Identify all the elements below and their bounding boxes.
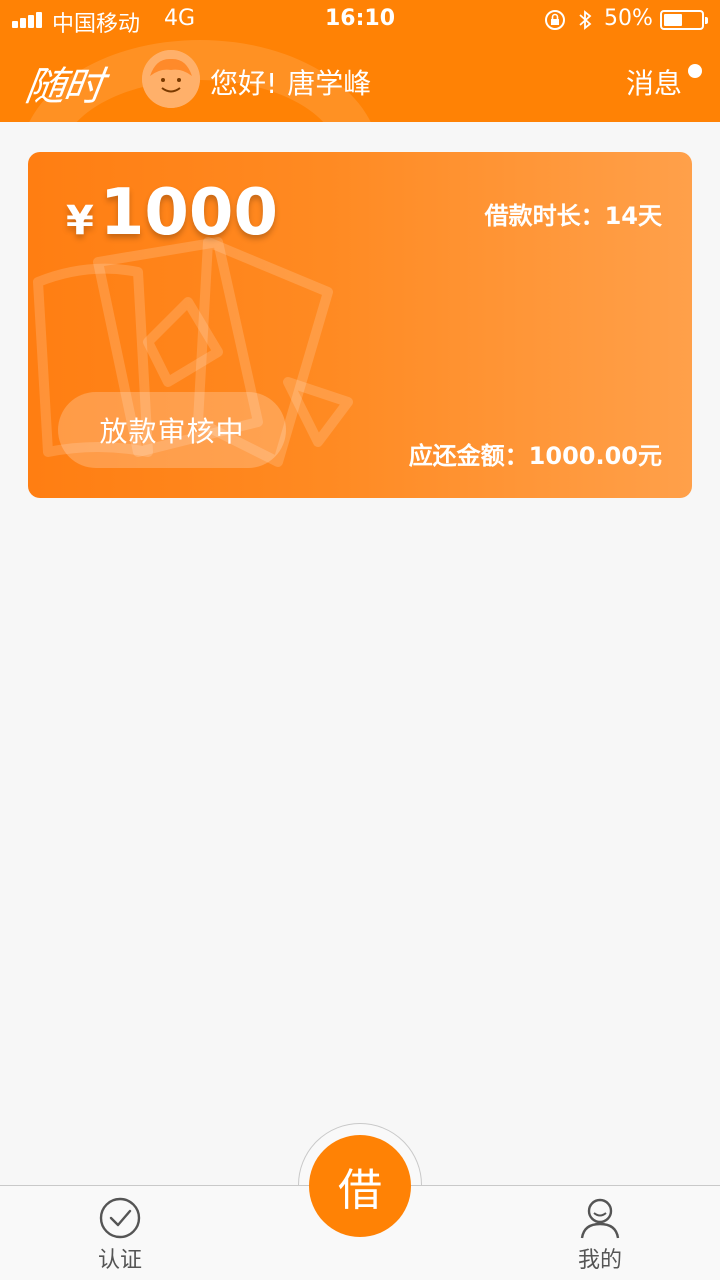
header: 中国移动 4G 16:10 50% 随时 您好! 唐学峰 消息 bbox=[0, 0, 720, 122]
currency-symbol: ¥ bbox=[66, 198, 94, 244]
user-icon bbox=[580, 1198, 620, 1239]
avatar[interactable] bbox=[142, 50, 200, 108]
bluetooth-icon bbox=[579, 10, 592, 30]
check-circle-icon bbox=[99, 1197, 141, 1239]
nav-bar: 随时 您好! 唐学峰 消息 bbox=[0, 40, 720, 122]
tab-certify[interactable]: 认证 bbox=[70, 1196, 170, 1274]
battery-level bbox=[664, 14, 682, 26]
amount-value: 1000 bbox=[99, 176, 278, 250]
status-badge: 放款审核中 bbox=[58, 392, 286, 468]
loan-term: 借款时长：14天 bbox=[484, 202, 662, 230]
amount-due: 应还金额：1000.00元 bbox=[408, 442, 662, 470]
battery-icon bbox=[660, 10, 708, 30]
status-bar: 中国移动 4G 16:10 50% bbox=[0, 0, 720, 40]
messages-button[interactable]: 消息 bbox=[626, 62, 682, 102]
greeting-text: 您好! bbox=[210, 67, 278, 100]
borrow-button[interactable]: 借 bbox=[309, 1135, 411, 1237]
unread-dot bbox=[688, 64, 702, 78]
user-name: 唐学峰 bbox=[287, 67, 372, 100]
app-screen: 中国移动 4G 16:10 50% 随时 您好! 唐学峰 消息 ¥ 1000 借… bbox=[0, 0, 720, 1280]
tab-mine[interactable]: 我的 bbox=[550, 1196, 650, 1274]
greeting: 您好! 唐学峰 bbox=[210, 62, 371, 102]
loan-amount: ¥ 1000 bbox=[66, 176, 278, 250]
battery-percent: 50% bbox=[604, 6, 653, 31]
tab-mine-label: 我的 bbox=[577, 1248, 622, 1273]
loan-card[interactable]: ¥ 1000 借款时长：14天 放款审核中 应还金额：1000.00元 bbox=[28, 152, 692, 498]
rotation-lock-icon bbox=[545, 10, 565, 30]
app-logo: 随时 bbox=[22, 64, 105, 110]
tab-certify-label: 认证 bbox=[97, 1248, 142, 1273]
avatar-face-icon bbox=[142, 50, 200, 108]
